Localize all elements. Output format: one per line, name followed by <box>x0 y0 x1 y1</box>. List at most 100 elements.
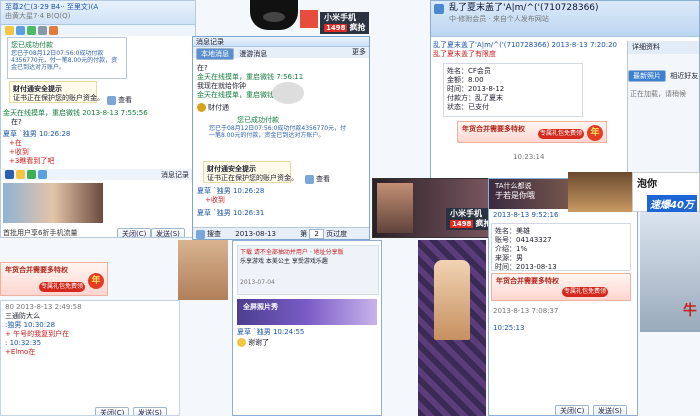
page-input[interactable]: 2 <box>309 229 324 239</box>
info-row: 状态：已支付 <box>447 103 489 111</box>
tab-similar[interactable]: 相近好友 <box>670 72 698 80</box>
info-row: 姓名：CF会员 <box>447 67 491 75</box>
notice-line: 乐享游戏 本美公主 享受游戏乐趣 <box>240 258 328 265</box>
promo-ad[interactable]: 年货合并需要多特权 年 专属礼包免费领 <box>0 262 108 296</box>
photo-thumbs <box>3 183 103 223</box>
info-row: 姓名：美雄 <box>495 227 530 235</box>
character-figure <box>434 260 470 340</box>
reply-line: +3瞧看到了吧 <box>9 157 55 165</box>
more-link[interactable]: 更多 <box>352 48 366 57</box>
contact-line: 夏草 `独男 10:24:55 <box>237 328 305 336</box>
chat-subtitle: 由黄大星7·4 B(Q(Q) <box>5 12 71 20</box>
photo-show-banner[interactable]: 全屏照片秀 <box>237 299 377 325</box>
safety-tip-card: 财付通安全提示 证书正在保护您的账户资金。 <box>9 81 104 103</box>
system-line: 金天在线摸单，重启微钱 2013-8-13 7:55:56 <box>3 109 148 117</box>
system-line: 金天在线摸单，重启微钱 7:56:11 <box>197 73 304 81</box>
contact-title: 乱了夏末盖了'A|m/^('(710728366) <box>449 3 599 13</box>
search-button[interactable]: 搜查 <box>196 229 221 239</box>
safety-tip-card: 财付通安全提示 证书正在保护您的账户资金。 <box>203 161 298 183</box>
contact-line: : 10:32:35 <box>5 339 42 347</box>
contact-line: 夏草 `独男 10:26:31 <box>197 209 265 217</box>
contact-window-right: 乱了夏末盖了'A|m/^('(710728366) 中·修附会员 · 来自个人发… <box>430 0 700 180</box>
search-icon <box>196 229 205 239</box>
app-icon[interactable] <box>49 26 58 35</box>
history-title: 消息记录 <box>196 38 224 46</box>
close-button[interactable]: 关闭(C) <box>117 228 152 237</box>
emoji-face-image <box>272 82 304 104</box>
new-year-icon: 年 <box>587 125 603 141</box>
lips-ad-image <box>250 0 298 30</box>
tenpay-icon <box>197 103 206 112</box>
font-icon[interactable] <box>5 170 14 179</box>
avatar-photo <box>377 183 413 233</box>
man-photo-ad: 牛 <box>640 212 700 332</box>
tab-local[interactable]: 本地消息 <box>196 48 234 60</box>
info-row: 金额：8.00 <box>447 76 484 84</box>
history-tabs: 本地消息 漫游消息 更多 <box>193 47 369 60</box>
image-icon[interactable] <box>38 170 47 179</box>
success-body: 您已于08月12日07:56:0成功付款4356770元，付一笔8.00元的付款… <box>11 50 118 71</box>
kuyou-window: TA什么都说 于若是你哦 2013-8-13 9:52:16 姓名：美雄 账号：… <box>488 178 638 416</box>
game-character-panel <box>418 240 486 416</box>
contact-line: :独男 10:30:28 <box>5 321 56 329</box>
message-header: 乱了夏末盖了'A|m/^('(710728366) 2013-8-13 7:20… <box>433 41 617 49</box>
reply-line: +Elmo在 <box>5 348 36 356</box>
notice-line: 下载 请不全部抽动并用户 · 地址分享版 <box>240 249 344 256</box>
promo-ad[interactable]: 年货合并需要多特权 专属礼包免费领 <box>491 273 631 301</box>
detail-panel: 详细资料 最新照片 相近好友 正在加载，请稍候 <box>627 41 699 179</box>
emoji-icon[interactable] <box>5 26 14 35</box>
chat-title: 至尊2仁(3·29 B4·· 至里文)(A <box>5 3 99 11</box>
pager-suffix: 页过度 <box>326 230 348 238</box>
promo-ad[interactable]: 年货合并需要多特权 年 专属礼包免费领 <box>457 121 607 143</box>
message-text: 在? <box>197 64 208 72</box>
chat-window-center: 下载 请不全部抽动并用户 · 地址分享版 乐享游戏 本美公主 享受游戏乐趣 20… <box>232 240 382 416</box>
safety-title: 财付通安全提示 <box>13 85 62 93</box>
info-row: 介绍：1% <box>495 245 528 253</box>
info-card: 姓名：美雄 账号：04143327 介绍：1% 来源：男 时间：2013-08-… <box>491 223 631 271</box>
info-row: 付款方：乱了夏末 <box>447 94 503 102</box>
success-body: 您已于08月12日07:56:0成功付款4356770元，付一笔8.00元的付款… <box>209 124 347 139</box>
product-image <box>300 10 318 28</box>
message-history-window: 消息记录 本地消息 漫游消息 更多 在? 金天在线摸单，重启微钱 7:56:11… <box>192 36 370 240</box>
meta-line: 2013-8-13 7:08:37 <box>493 307 559 315</box>
chat-window-left-lower: 80 2013-8-13 2:49:58 三通防大么 :独男 10:30:28 … <box>0 300 180 416</box>
timestamp: 10:25:13 <box>493 324 525 332</box>
contact-subtitle: 中·修附会员 · 来自个人发布网站 <box>449 15 549 23</box>
avatar <box>434 4 444 14</box>
view-button[interactable]: 查看 <box>107 95 132 105</box>
chat-header: 至尊2仁(3·29 B4·· 至里文)(A 由黄大星7·4 B(Q(Q) <box>1 1 195 25</box>
history-titlebar: 消息记录 <box>193 37 369 47</box>
file-icon[interactable] <box>38 26 47 35</box>
send-button[interactable]: 发送(S) <box>133 407 167 415</box>
search-icon <box>305 174 314 184</box>
detail-tabs: 最新照片 相近好友 <box>628 70 699 82</box>
coffee-ad[interactable] <box>568 172 632 212</box>
tab-photos[interactable]: 最新照片 <box>628 70 666 82</box>
send-button[interactable]: 发送(S) <box>593 405 627 415</box>
promo-badge[interactable]: 小米手机 1498 疯抢 <box>320 12 370 34</box>
person-photo <box>178 240 228 300</box>
web-content: 下载 请不全部抽动并用户 · 地址分享版 乐享游戏 本美公主 享受游戏乐趣 20… <box>237 245 379 295</box>
voice-icon[interactable] <box>16 26 25 35</box>
send-button[interactable]: 发送(S) <box>151 228 185 237</box>
history-label[interactable]: 消息记录 <box>161 170 189 180</box>
info-row: 时间：2013-08-13 <box>495 263 557 271</box>
tab-roaming[interactable]: 漫游消息 <box>239 50 267 58</box>
close-button[interactable]: 关闭(C) <box>95 407 130 415</box>
close-button[interactable]: 关闭(C) <box>555 405 590 415</box>
view-button[interactable]: 查看 <box>305 174 330 184</box>
input-toolbar: 消息记录 <box>3 169 193 180</box>
date-picker[interactable]: 2013-08-13 <box>235 230 276 238</box>
character-glyph: 牛 <box>683 303 697 319</box>
video-icon[interactable] <box>27 26 36 35</box>
reply-line: + 午号的我复到户在 <box>5 330 70 338</box>
emoji-icon[interactable] <box>16 170 25 179</box>
reply-line: +在 <box>9 139 22 147</box>
speed-ad[interactable]: 泡你 速爆40万 <box>632 172 700 212</box>
info-row: 时间：2013-8-12 <box>447 85 505 93</box>
reply-line: +收到 <box>205 196 225 204</box>
ad-text[interactable]: 首批用户享6折手机流量 <box>3 229 77 237</box>
payment-success-card: 您已成功付款 您已于08月12日07:56:0成功付款4356770元，付一笔8… <box>7 37 127 79</box>
safety-body: 证书正在保护您的账户资金。 <box>13 94 104 102</box>
screenshot-icon[interactable] <box>27 170 36 179</box>
